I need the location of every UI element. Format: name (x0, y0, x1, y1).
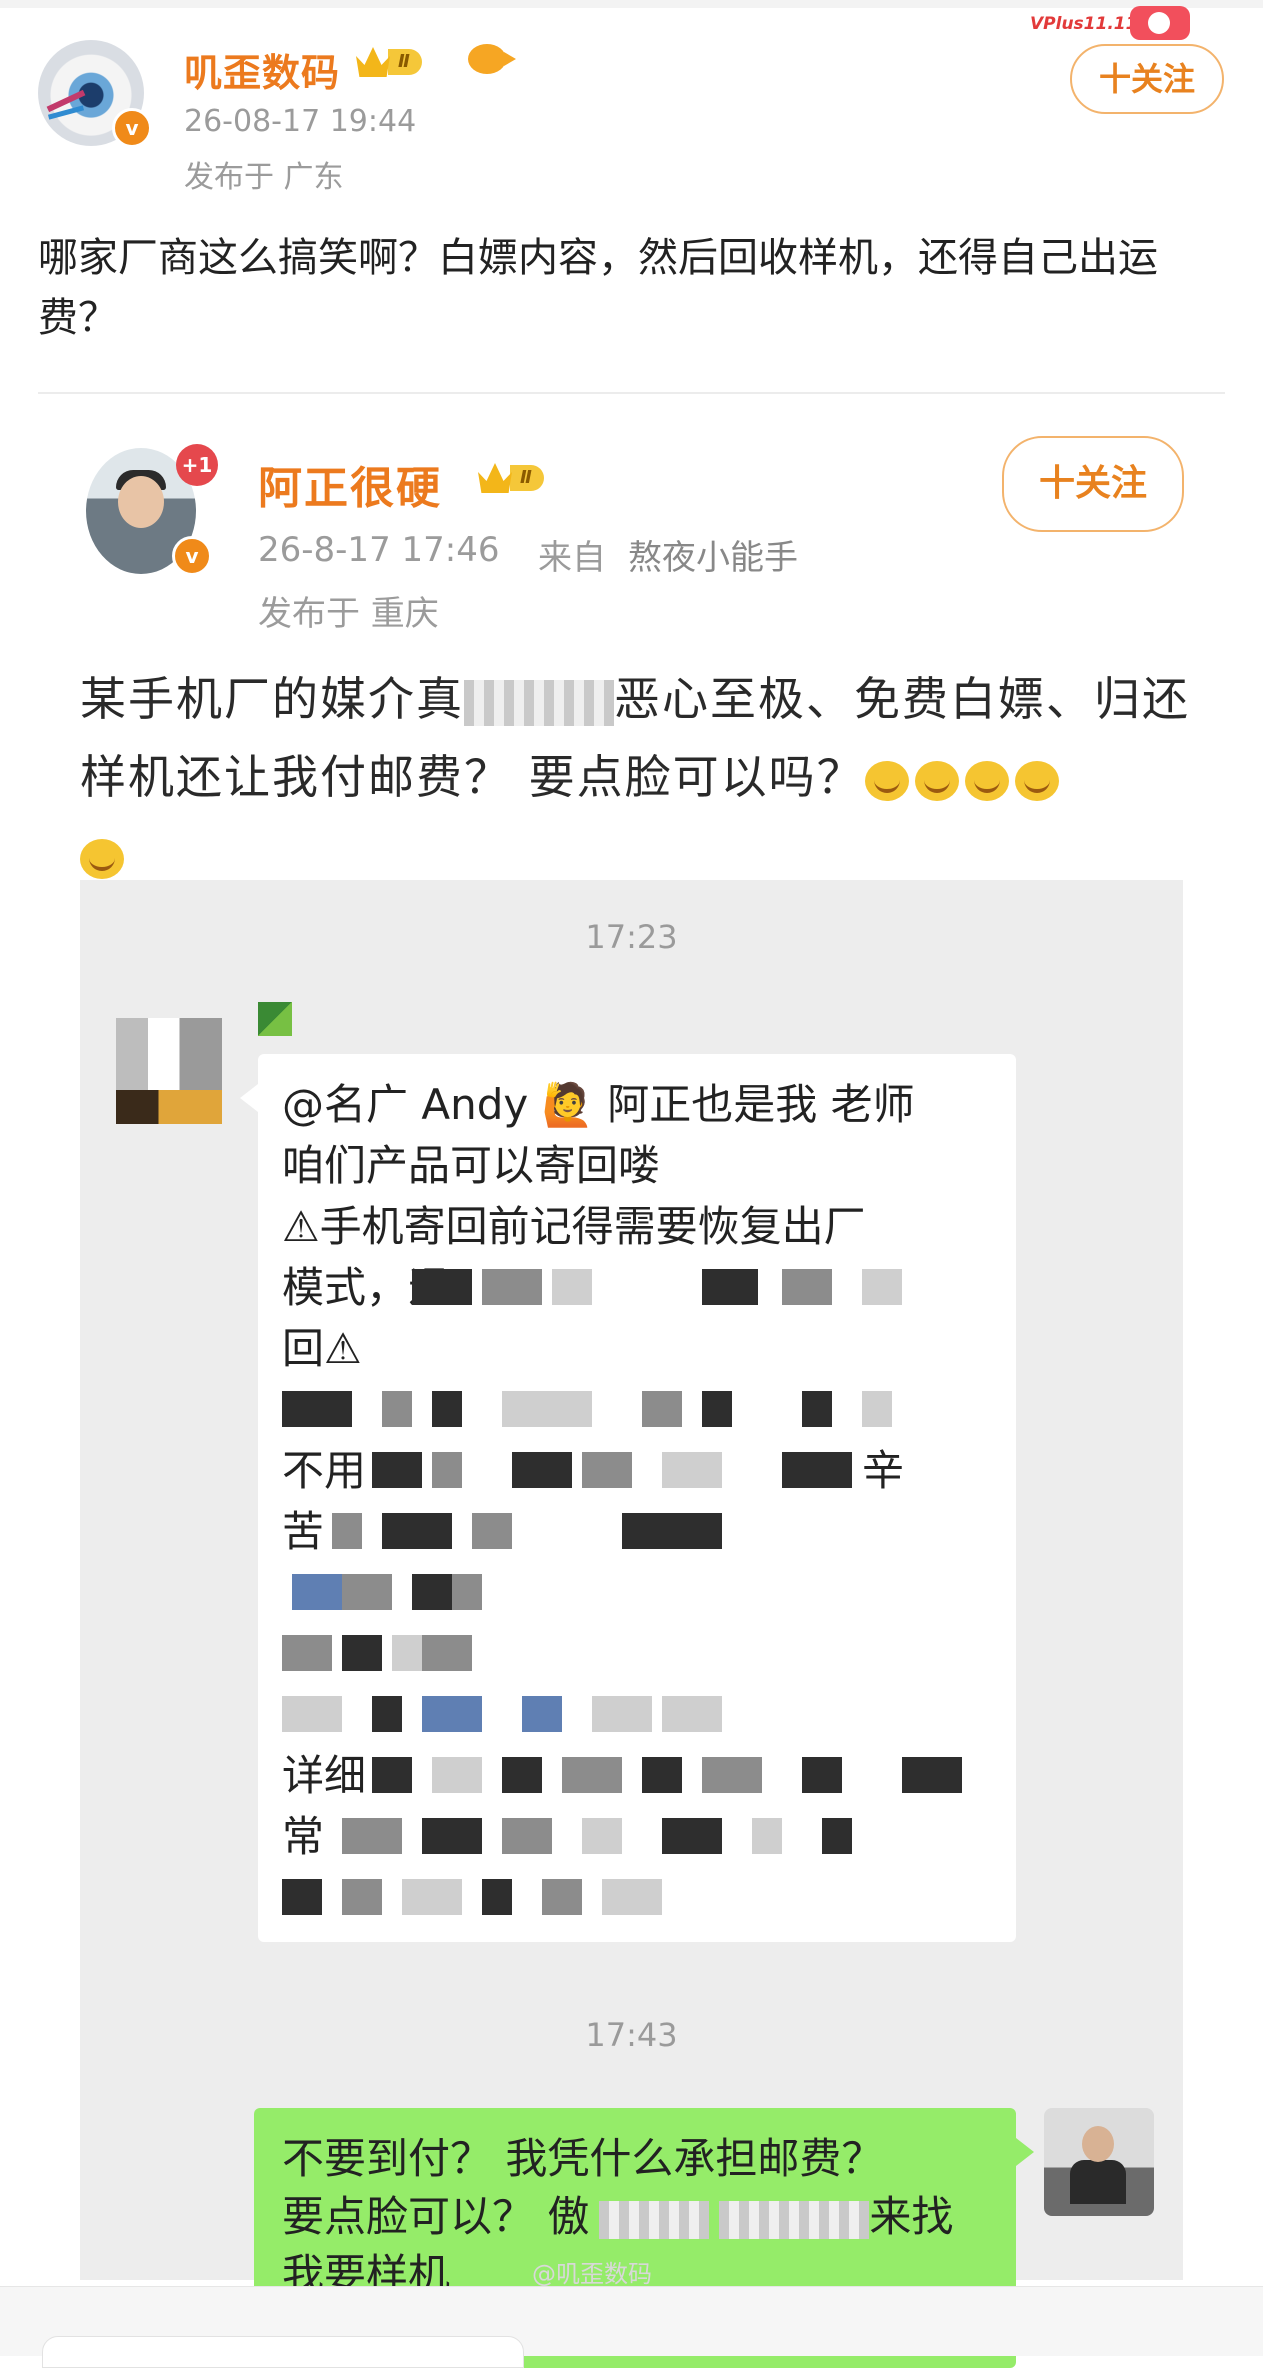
chat-time: 17:43 (585, 2016, 678, 2054)
top-separator (0, 0, 1263, 8)
redacted-line: 苦 (282, 1501, 982, 1562)
message-line: 模式，退 (282, 1257, 982, 1318)
redacted-line (282, 1623, 982, 1684)
repost-text-a: 某手机厂的媒介真 (80, 672, 464, 726)
redacted-line (282, 1867, 982, 1928)
post-text: 哪家厂商这么搞笑啊？白嫖内容，然后回收样机，还得自己出运费？ (38, 235, 1158, 341)
laugh-cry-emoji (914, 760, 959, 801)
verified-icon: v (112, 108, 152, 148)
contact-name-mosaic (258, 1002, 292, 1036)
self-avatar (1044, 2108, 1154, 2216)
repost-text: 某手机厂的媒介真 恶心至极、免费白嫖、归还样机还让我付邮费？ 要点脸可以吗？ (80, 660, 1210, 894)
laugh-cry-emoji (1014, 760, 1059, 801)
post-timestamp: 26-08-17 19:44 (184, 104, 417, 139)
laugh-cry-emoji (864, 760, 909, 801)
author-name[interactable]: 叽歪数码 (184, 42, 340, 97)
redacted-line: 不用 辛 (282, 1446, 905, 1495)
message-line: @名广 Andy 🙋 阿正也是我 老师 (282, 1080, 915, 1129)
mosaic-redaction (464, 679, 614, 726)
verified-icon: v (172, 536, 212, 576)
repost-follow-button[interactable]: 十关注 (1002, 436, 1184, 532)
crown-level-icon: Ⅱ (356, 44, 422, 80)
contact-avatar (116, 1018, 222, 1124)
incoming-message-bubble[interactable]: @名广 Andy 🙋 阿正也是我 老师 咱们产品可以寄回喽 ⚠手机寄回前记得需要… (240, 1054, 1016, 1942)
gift-icon[interactable] (1130, 6, 1190, 40)
redacted-line (282, 1562, 982, 1623)
laugh-cry-emoji (964, 760, 1009, 801)
redacted-line: 详细 (282, 1745, 982, 1806)
fish-badge-icon (468, 44, 516, 74)
watermark: @叽歪数码 (532, 2260, 652, 2288)
reply-line: 不要到付？ 我凭什么承担邮费？ (282, 2134, 884, 2183)
notification-badge: +1 (176, 444, 218, 486)
chat-time: 17:23 (585, 918, 678, 956)
bottom-tab-stub[interactable] (42, 2336, 524, 2368)
level-label: Ⅱ (510, 465, 544, 491)
crown-level-icon: Ⅱ (478, 460, 544, 496)
repost-source-prefix: 来自 (538, 538, 606, 578)
repost-location: 发布于 重庆 (258, 594, 439, 634)
message-line: 咱们产品可以寄回喽 (282, 1141, 661, 1190)
post-location: 发布于 广东 (184, 160, 344, 195)
message-line: 回⚠ (282, 1324, 362, 1373)
level-label: Ⅱ (388, 49, 422, 75)
reply-line: 要点脸可以？ 傲来找 (282, 2192, 954, 2241)
laugh-cry-emoji (80, 838, 124, 879)
redacted-line (282, 1379, 982, 1440)
follow-button[interactable]: 十关注 (1070, 44, 1224, 114)
repost-source[interactable]: 熬夜小能手 (628, 530, 798, 579)
redacted-line: 常 (282, 1806, 982, 1867)
divider (38, 392, 1225, 394)
message-line: ⚠手机寄回前记得需要恢复出厂 (282, 1202, 866, 1251)
repost-author-name[interactable]: 阿正很硬 (258, 452, 442, 516)
vplus-promo[interactable]: VPlus11.11 (1030, 14, 1137, 34)
repost-timestamp: 26-8-17 17:46 (258, 530, 500, 570)
redacted-line (282, 1684, 982, 1745)
